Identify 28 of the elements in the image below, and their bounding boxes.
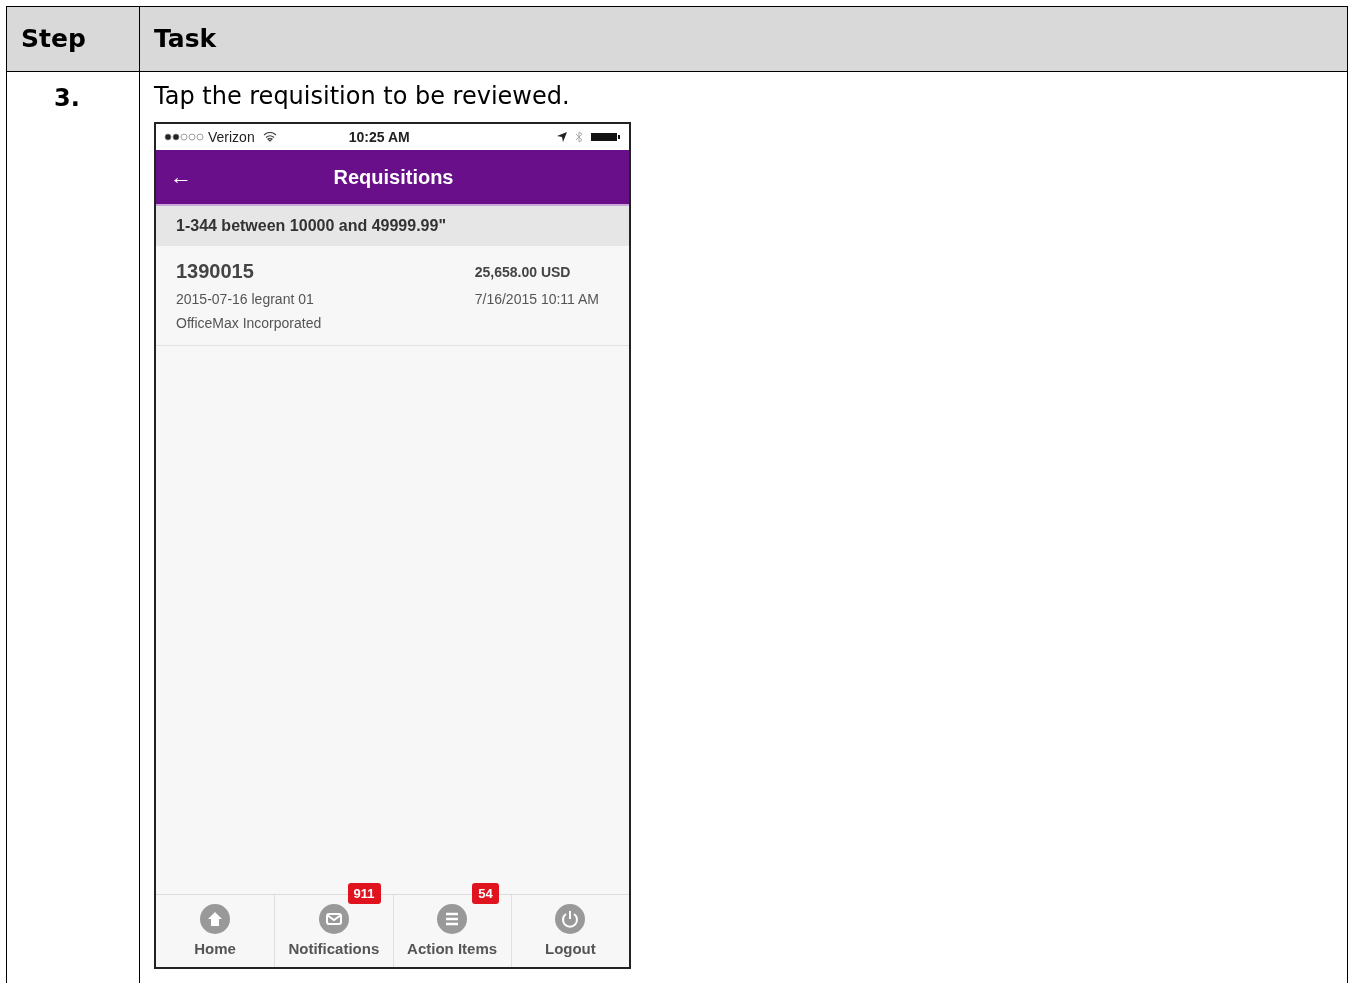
- list-icon: [437, 904, 468, 934]
- tab-bar-item[interactable]: Logout: [511, 895, 629, 967]
- back-button[interactable]: ←: [170, 164, 192, 190]
- filter-label: 1-344 between 10000 and 49999.99": [156, 206, 629, 246]
- tab-bar-item[interactable]: Home: [156, 895, 275, 967]
- count-badge: 911: [347, 883, 381, 904]
- location-arrow-icon: [557, 132, 567, 142]
- requisition-date: 7/16/2015 10:11 AM: [474, 291, 599, 307]
- column-header: Task: [140, 7, 1347, 72]
- battery-icon: [591, 132, 621, 142]
- home-icon: [200, 904, 231, 934]
- column-header: Step: [7, 7, 140, 72]
- signal-icon: [164, 133, 204, 141]
- supplier-name: OfficeMax Incorporated: [176, 315, 323, 331]
- requisition-description: 2015-07-16 legrant 01: [176, 291, 315, 307]
- screen-title: Requisitions: [332, 165, 455, 189]
- task-instruction: Tap the requisition to be reviewed.: [154, 82, 570, 110]
- requisition-amount: 25,658.00 USD: [474, 263, 572, 280]
- carrier-name: Verizon: [208, 129, 255, 145]
- clock-time: 10:25 AM: [348, 129, 410, 145]
- requisition-item[interactable]: 1390015 25,658.00 USD 2015-07-16 legrant 01 7/16/2015 10:11 AM OfficeMax Incorporated: [156, 246, 629, 346]
- power-icon: [555, 904, 586, 934]
- requisition-number: 1390015: [176, 260, 255, 283]
- bluetooth-icon: [575, 131, 583, 143]
- count-badge: 54: [472, 883, 499, 904]
- step-number: 3.: [7, 72, 140, 983]
- wifi-icon: [262, 132, 277, 142]
- envelope-icon: [318, 904, 349, 934]
